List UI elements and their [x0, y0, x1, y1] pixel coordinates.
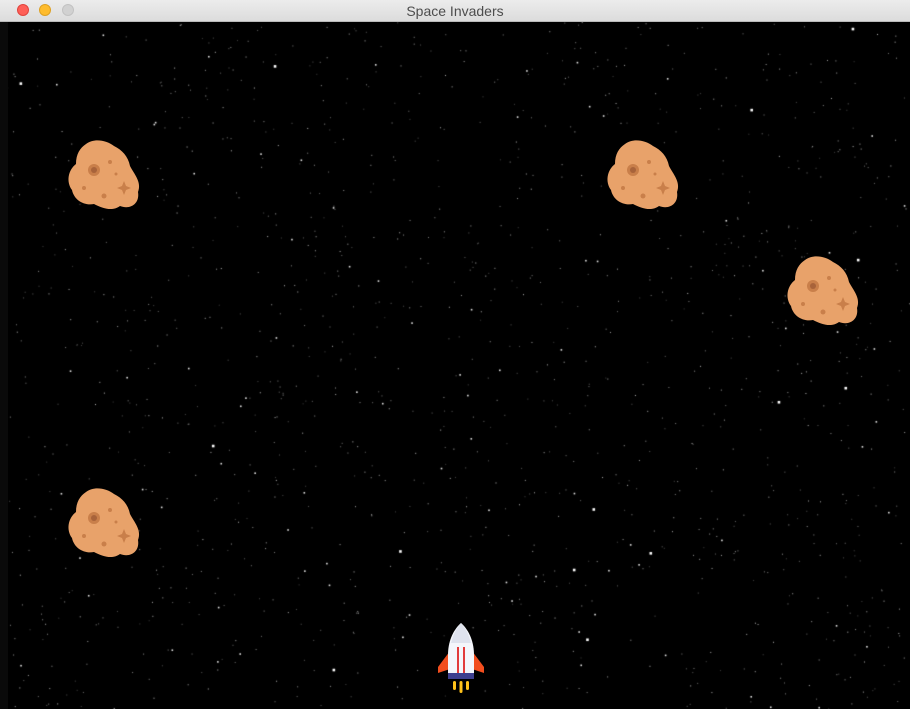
game-window: Space Invaders	[0, 0, 910, 709]
window-title: Space Invaders	[406, 3, 504, 19]
window-left-border	[0, 22, 8, 709]
game-canvas[interactable]	[0, 22, 910, 709]
starfield-background	[0, 22, 910, 709]
asteroid-enemy-1	[68, 140, 140, 210]
asteroid-enemy-3	[787, 256, 859, 326]
player-rocket-ship	[438, 623, 484, 693]
asteroid-enemy-2	[607, 140, 679, 210]
title-bar[interactable]: Space Invaders	[0, 0, 910, 22]
asteroid-enemy-4	[68, 488, 140, 558]
